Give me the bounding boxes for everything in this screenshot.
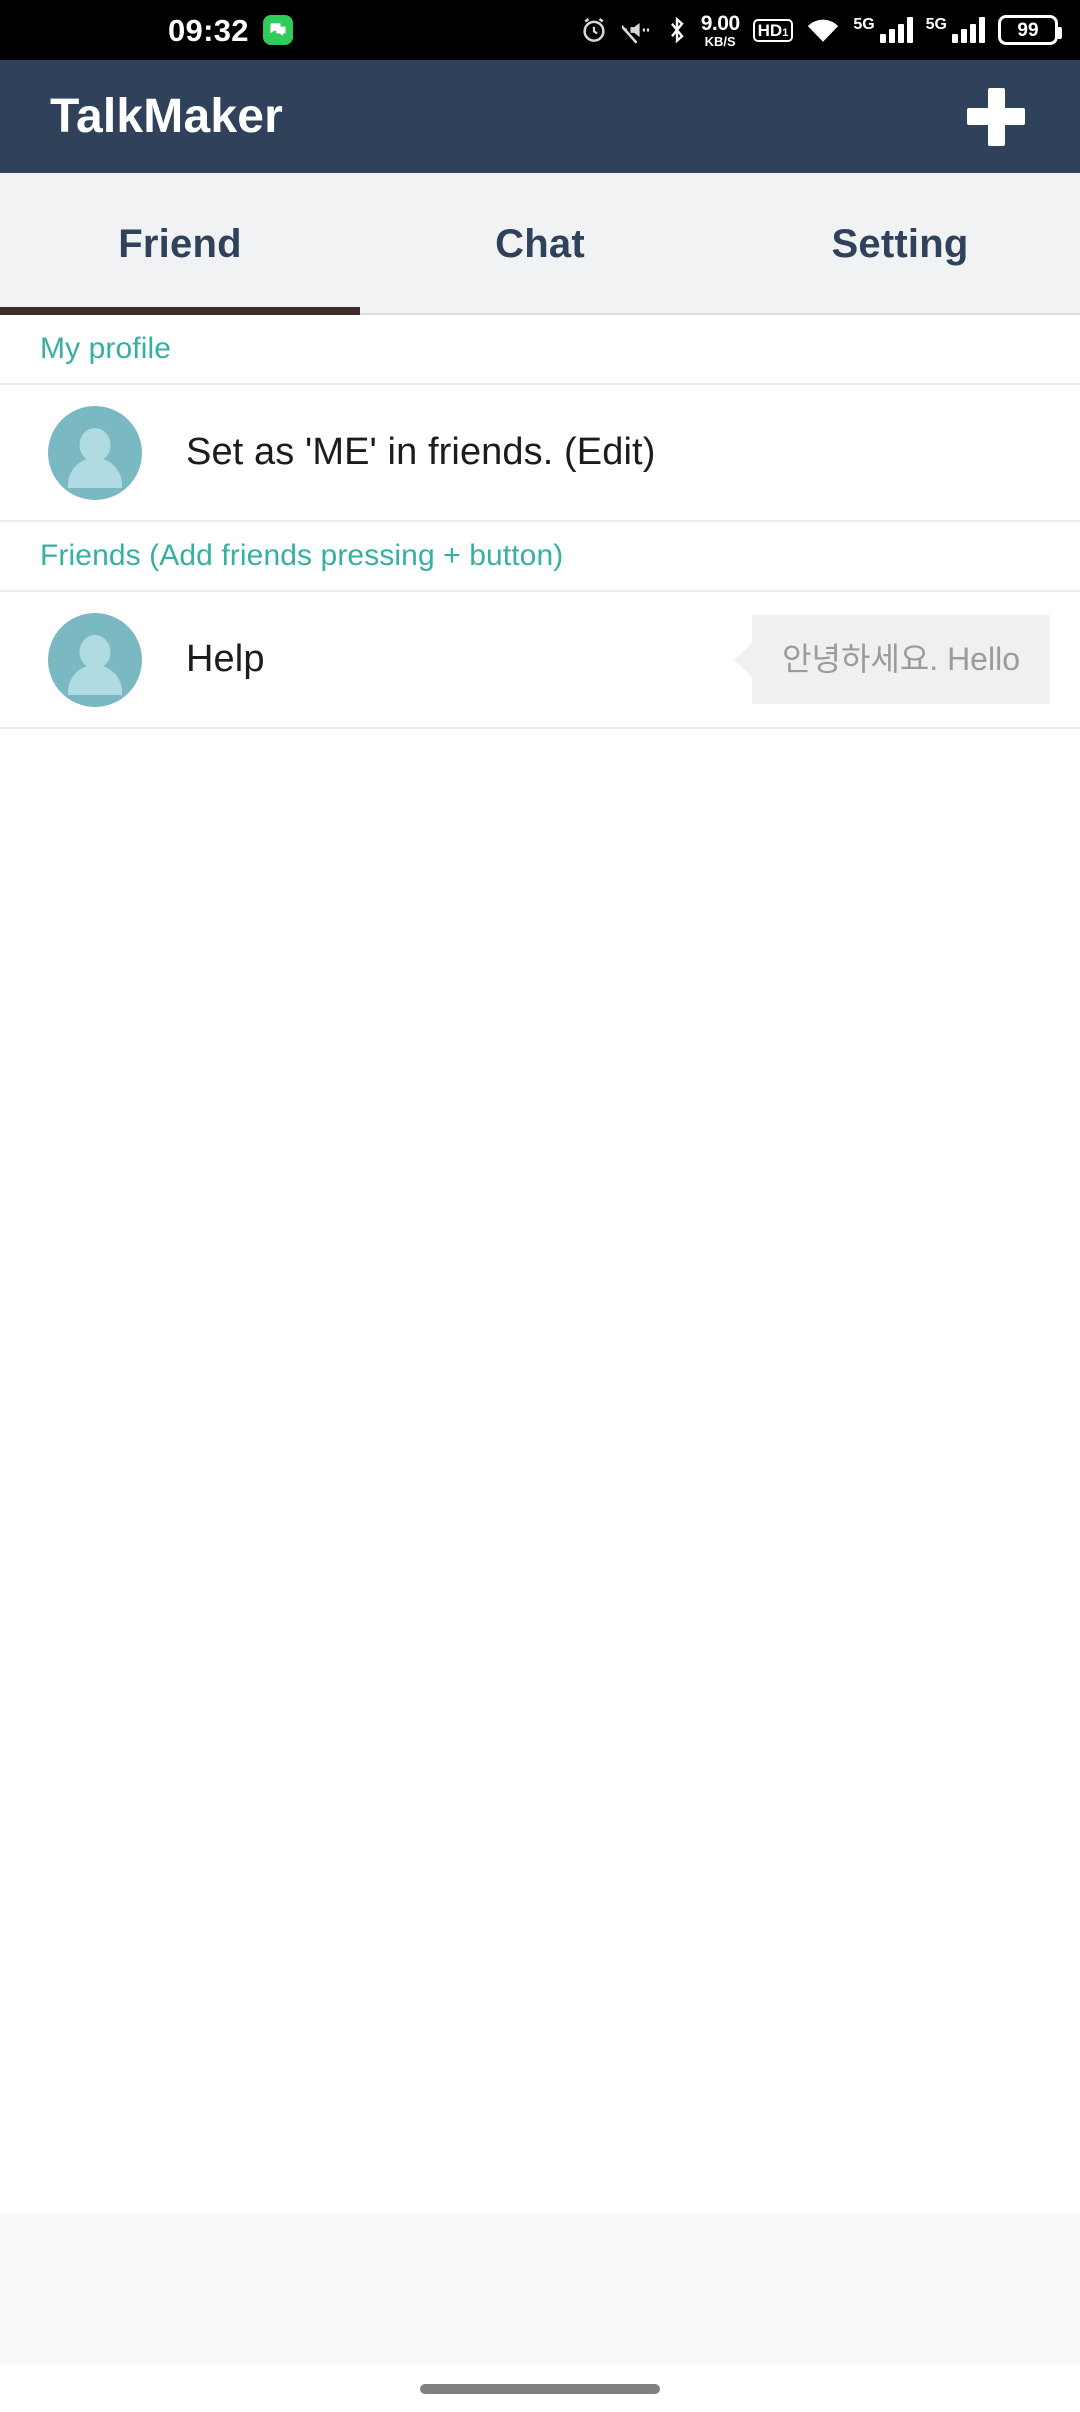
hd-voice-icon: HD 1 (752, 18, 794, 42)
person-avatar (48, 405, 142, 500)
my-profile-row[interactable]: Set as 'ME' in friends. (Edit) (0, 385, 1080, 522)
ad-banner-area[interactable] (0, 2213, 1080, 2365)
page-title: TalkMaker (50, 90, 284, 143)
bluetooth-icon (666, 15, 688, 45)
section-header-my-profile: My profile (0, 315, 1080, 385)
wifi-icon (806, 16, 840, 44)
alarm-icon (579, 15, 609, 45)
status-bar-left: 09:32 (168, 0, 293, 60)
message-icon (262, 15, 293, 45)
friend-list: My profile Set as 'ME' in friends. (Edit… (0, 315, 1080, 2213)
add-friend-button[interactable] (958, 79, 1034, 155)
home-gesture-pill[interactable] (420, 2383, 660, 2394)
friend-status-bubble-wrap: 안녕하세요. Hello (752, 614, 1050, 705)
tab-bar: Friend Chat Setting (0, 173, 1080, 315)
empty-list-area (0, 729, 1080, 2213)
status-bar-right: 9.00 KB/S HD 1 5G 5G 99 (579, 0, 1062, 60)
mute-icon (621, 16, 653, 44)
status-bar: 09:32 9.00 KB/S HD 1 5G 5G 99 (0, 0, 1080, 60)
tab-chat-label: Chat (495, 221, 585, 266)
section-header-my-profile-label: My profile (40, 332, 172, 365)
signal-5g-sim2-icon: 5G (926, 17, 985, 43)
phone-screen: 09:32 9.00 KB/S HD 1 5G 5G 99 TalkMaker … (0, 0, 1080, 2412)
system-navigation-bar (0, 2365, 1080, 2412)
status-bar-clock: 09:32 (168, 12, 249, 48)
app-bar: TalkMaker (0, 60, 1080, 173)
tab-setting[interactable]: Setting (720, 173, 1080, 315)
tab-setting-label: Setting (831, 221, 969, 266)
section-header-friends-label: Friends (Add friends pressing + button) (40, 539, 564, 572)
friend-name-label: Help (186, 638, 265, 680)
my-profile-label: Set as 'ME' in friends. (Edit) (186, 431, 656, 473)
friend-status-bubble: 안녕하세요. Hello (752, 614, 1050, 705)
network-speed-indicator: 9.00 KB/S (700, 11, 740, 49)
tab-friend[interactable]: Friend (0, 173, 360, 315)
person-avatar (48, 612, 142, 707)
section-header-friends: Friends (Add friends pressing + button) (0, 522, 1080, 592)
tab-friend-label: Friend (118, 221, 242, 266)
friend-row-help[interactable]: Help 안녕하세요. Hello (0, 592, 1080, 729)
battery-icon: 99 (998, 15, 1062, 45)
tab-chat[interactable]: Chat (360, 173, 720, 315)
signal-5g-sim1-icon: 5G (853, 17, 913, 43)
